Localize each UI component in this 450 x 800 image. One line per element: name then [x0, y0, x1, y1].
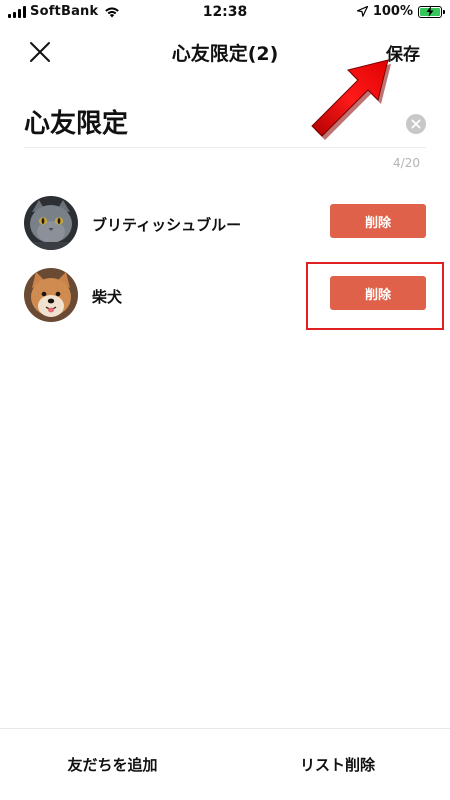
status-bar: SoftBank 12:38 100% [0, 0, 450, 26]
battery-percent: 100% [372, 4, 413, 19]
list-item: ブリティッシュブルー 削除 [24, 196, 426, 252]
delete-list-button[interactable]: リスト削除 [225, 729, 450, 800]
member-name: 柴犬 [92, 288, 123, 306]
clear-circle-icon [411, 119, 421, 129]
annotation-highlight-box [306, 262, 444, 330]
bolt-icon [426, 5, 434, 17]
status-right: 100% [356, 4, 445, 19]
battery-tip [443, 9, 445, 14]
add-friends-button[interactable]: 友だちを追加 [0, 729, 225, 800]
clear-button[interactable] [406, 114, 426, 134]
delete-button[interactable]: 削除 [330, 204, 426, 238]
battery-charging-icon [418, 5, 445, 18]
list-name-input[interactable] [24, 106, 384, 136]
british-blue-cat-avatar [24, 196, 78, 250]
char-counter: 4/20 [393, 156, 420, 170]
member-name: ブリティッシュブルー [92, 216, 242, 234]
location-arrow-icon [356, 6, 368, 17]
bottom-bar: 友だちを追加 リスト削除 [0, 728, 450, 800]
shiba-inu-avatar [24, 268, 78, 322]
list-name-row [24, 100, 426, 148]
